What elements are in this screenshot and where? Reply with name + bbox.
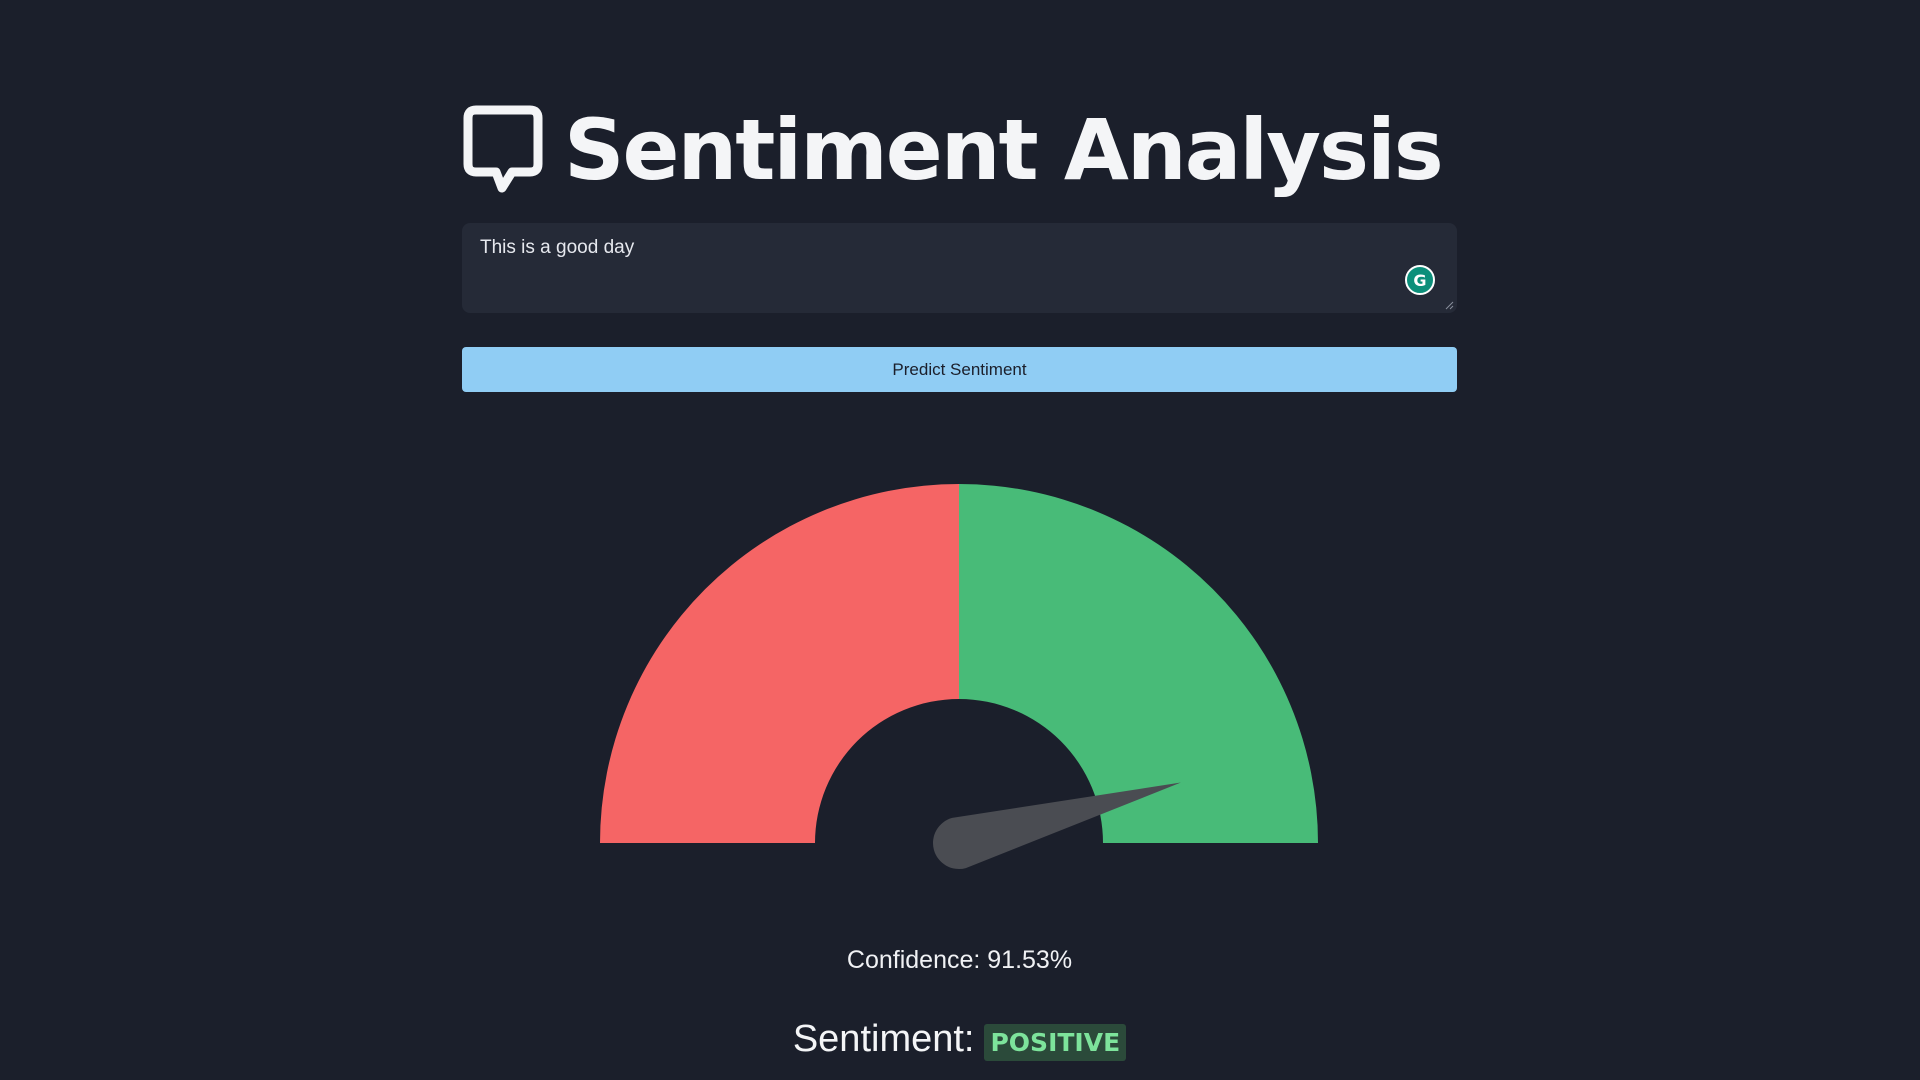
resize-handle-icon[interactable] <box>1444 300 1454 310</box>
sentiment-label: Sentiment: <box>792 1018 975 1060</box>
page: Sentiment Analysis This is a good day G … <box>0 0 1920 1080</box>
speech-bubble-icon <box>463 105 543 193</box>
page-header: Sentiment Analysis <box>462 100 1444 200</box>
main-container: Sentiment Analysis This is a good day G … <box>462 0 1457 1080</box>
predict-sentiment-button[interactable]: Predict Sentiment <box>462 347 1457 392</box>
grammarly-icon[interactable]: G <box>1405 265 1435 295</box>
text-input[interactable]: This is a good day <box>462 223 1457 313</box>
gauge-negative-segment <box>600 484 959 843</box>
text-input-container: This is a good day G <box>462 223 1457 313</box>
sentiment-gauge <box>600 484 1318 869</box>
sentiment-result: Sentiment: POSITIVE <box>462 1018 1457 1061</box>
page-title: Sentiment Analysis <box>564 101 1444 199</box>
confidence-text: Confidence: 91.53% <box>846 946 1073 974</box>
sentiment-badge: POSITIVE <box>984 1024 1127 1061</box>
